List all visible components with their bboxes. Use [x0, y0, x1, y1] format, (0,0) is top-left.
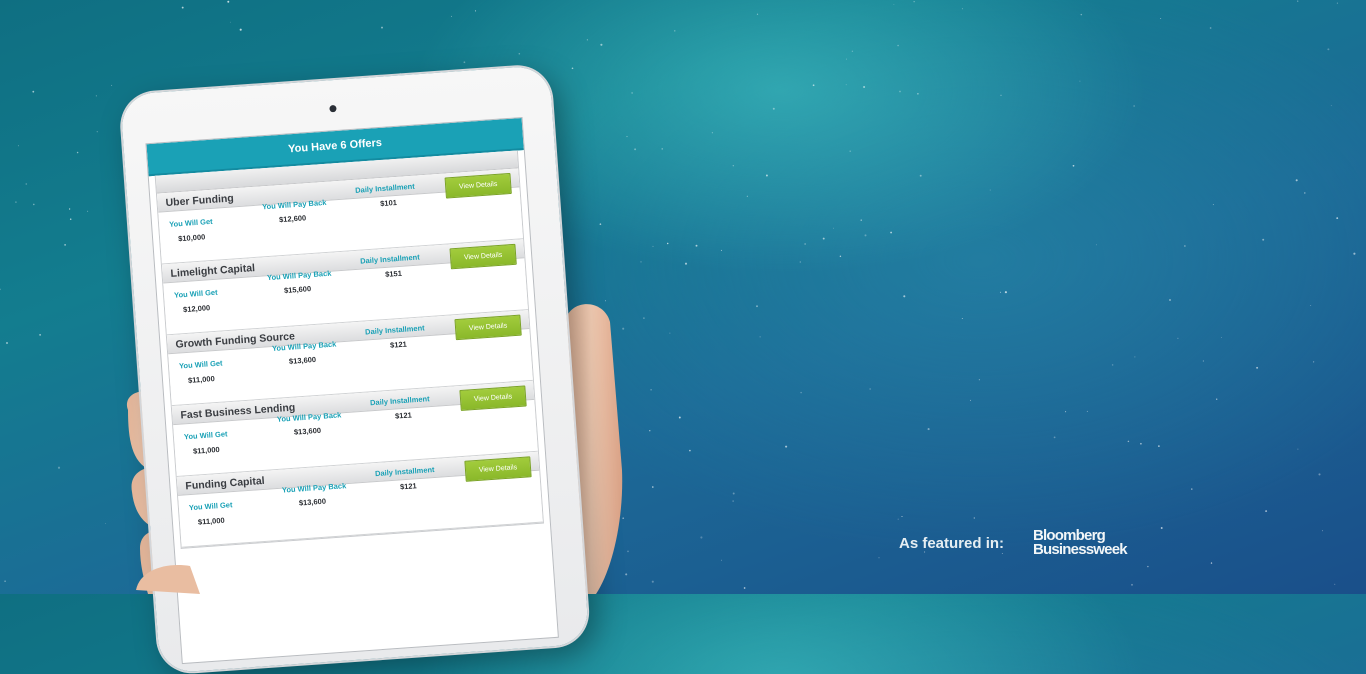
you-will-pay-back-value: $13,600 [298, 496, 327, 508]
you-will-pay-back-value: $13,600 [288, 354, 317, 366]
view-details-button[interactable]: View Details [454, 314, 522, 341]
you-will-pay-back-value: $12,600 [278, 213, 307, 225]
featured-label: As featured in: [899, 535, 1005, 552]
you-will-get-label: You Will Get [178, 358, 223, 371]
you-will-get-label: You Will Get [168, 216, 213, 229]
offer-list: Uber Funding You Will Get $10,000 You Will … [156, 168, 543, 548]
you-will-get-value: $11,000 [187, 374, 216, 385]
camera-icon [329, 104, 337, 113]
bloomberg-businessweek-logo[interactable]: Bloomberg Businessweek [1033, 528, 1128, 558]
view-details-button[interactable]: View Details [459, 385, 527, 411]
daily-installment-value: $121 [399, 481, 417, 492]
tablet-screen: You Have 6 Offers Uber Funding You Will G… [145, 116, 559, 665]
you-will-pay-back-value: $13,600 [293, 425, 322, 437]
daily-installment-value: $101 [379, 197, 398, 209]
view-details-button[interactable]: View Details [444, 172, 512, 199]
daily-installment-value: $151 [384, 268, 403, 279]
you-will-get-value: $12,000 [182, 303, 211, 315]
daily-installment-value: $121 [389, 339, 408, 350]
you-will-get-label: You Will Get [183, 429, 228, 442]
offers-panel: Uber Funding You Will Get $10,000 You Will … [154, 150, 544, 549]
you-will-get-value: $11,000 [192, 444, 220, 456]
you-will-get-label: You Will Get [188, 500, 233, 513]
view-details-button[interactable]: View Details [449, 243, 517, 270]
daily-installment-value: $121 [394, 410, 413, 421]
you-will-get-label: You Will Get [173, 287, 218, 300]
you-will-get-value: $11,000 [197, 515, 225, 527]
you-will-pay-back-value: $15,600 [283, 284, 312, 296]
tablet-device: You Have 6 Offers Uber Funding You Will G… [120, 65, 590, 674]
logo-line-2: Businessweek [1033, 541, 1128, 558]
you-will-get-value: $10,000 [177, 232, 206, 244]
view-details-button[interactable]: View Details [464, 456, 532, 482]
